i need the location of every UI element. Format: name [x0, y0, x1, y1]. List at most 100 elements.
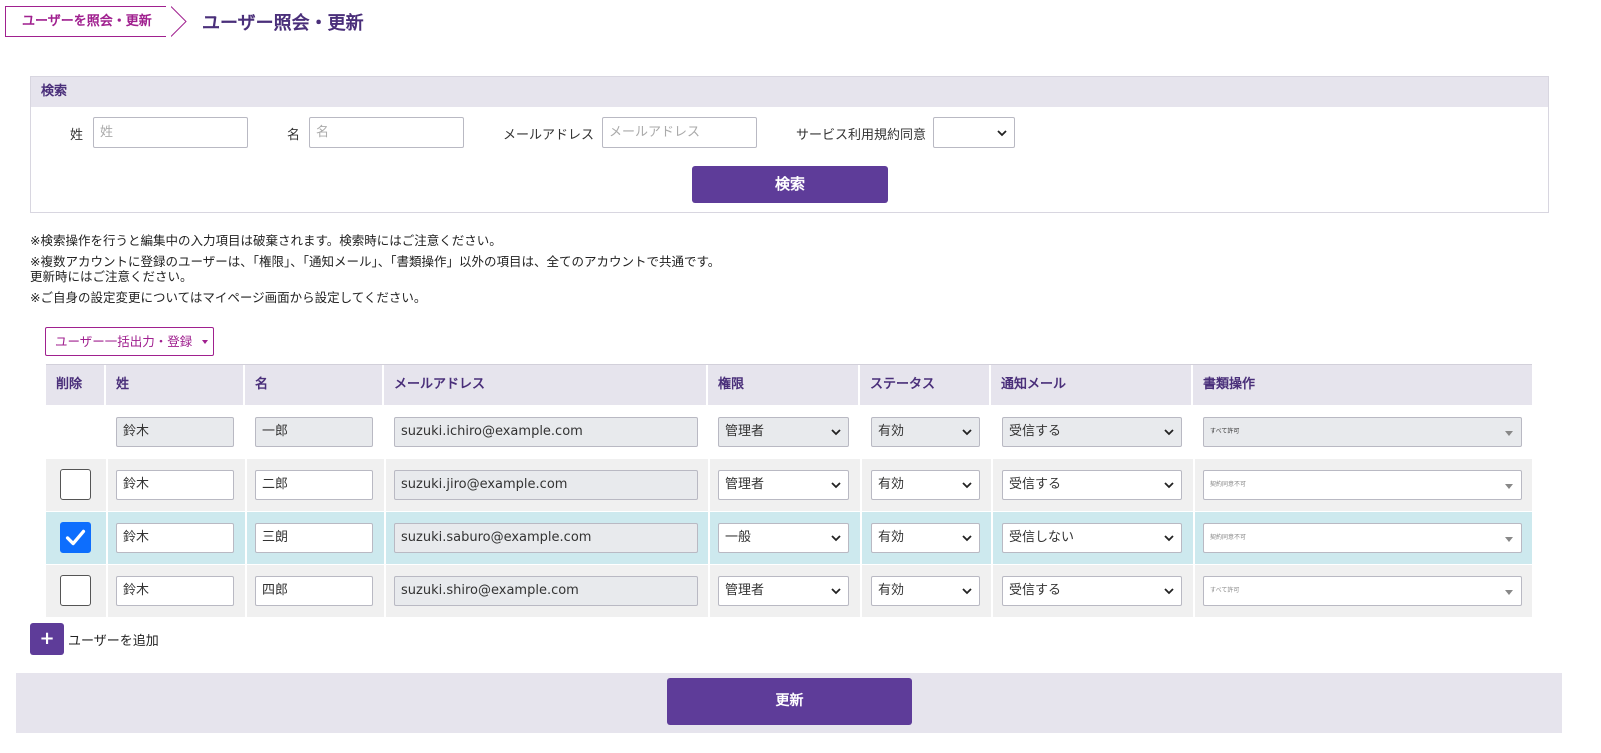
cell-divider	[106, 406, 108, 458]
check-icon	[65, 529, 86, 546]
bulk-export-register-button[interactable]: ユーザー一括出力・登録	[45, 327, 214, 356]
cell-divider	[708, 565, 710, 617]
doc-operation-select-value: 契約同意不可	[1210, 534, 1247, 541]
chevron-down-icon	[962, 482, 972, 489]
notify-mail-select-value: 受信する	[1009, 424, 1062, 439]
cell-divider	[991, 459, 993, 511]
terms-agreement-select[interactable]	[933, 117, 1015, 148]
header-last-name: 姓	[106, 365, 245, 406]
breadcrumb[interactable]: ユーザーを照会・更新	[5, 6, 187, 37]
cell-divider	[1193, 406, 1195, 458]
notify-mail-select-value: 受信する	[1009, 477, 1062, 492]
header-first-name: 名	[245, 365, 384, 406]
header-delete: 削除	[46, 365, 106, 406]
delete-checkbox[interactable]	[60, 575, 91, 606]
add-user-button[interactable]: +	[30, 623, 64, 655]
email-search-input[interactable]: メールアドレス	[602, 117, 757, 148]
doc-operation-select[interactable]: 契約同意不可	[1203, 523, 1522, 553]
cell-divider	[245, 512, 247, 564]
status-select-value: 有効	[878, 583, 905, 598]
first-name-input: 一郎	[255, 417, 373, 447]
chevron-down-icon	[831, 482, 841, 489]
role-select[interactable]: 管理者	[718, 470, 849, 500]
last-name-search-input[interactable]: 姓	[93, 117, 248, 148]
note-line: ※検索操作を行うと編集中の入力項目は破棄されます。検索時にはご注意ください。	[30, 233, 502, 248]
role-select[interactable]: 管理者	[718, 417, 849, 447]
notify-mail-select[interactable]: 受信する	[1002, 576, 1182, 606]
notify-mail-select[interactable]: 受信する	[1002, 470, 1182, 500]
search-header: 検索	[31, 77, 1548, 107]
caret-down-icon	[202, 340, 208, 344]
email-readonly-field: suzuki.ichiro@example.com	[394, 417, 698, 447]
cell-divider	[384, 565, 386, 617]
table-row: 鈴木 一郎 suzuki.ichiro@example.com 管理者 有効 受信する すべ…	[46, 406, 1532, 458]
table-header: 削除 姓 名 メールアドレス 権限 ステータス 通知メール 書類操作	[46, 364, 1532, 406]
header-status: ステータス	[860, 365, 991, 406]
cell-divider	[860, 565, 862, 617]
email-label: メールアドレス	[503, 128, 595, 143]
last-name-input[interactable]: 鈴木	[116, 470, 234, 500]
breadcrumb-arrow-icon	[171, 6, 187, 37]
last-name-input[interactable]: 鈴木	[116, 576, 234, 606]
doc-operation-select[interactable]: 契約同意不可	[1203, 470, 1522, 500]
chevron-down-icon	[1164, 535, 1174, 542]
delete-checkbox[interactable]	[60, 522, 91, 553]
notify-mail-select-value: 受信する	[1009, 583, 1062, 598]
status-select-value: 有効	[878, 424, 905, 439]
update-button[interactable]: 更新	[667, 678, 912, 725]
header-notify-mail: 通知メール	[991, 365, 1193, 406]
doc-operation-select-value: 契約同意不可	[1210, 481, 1247, 488]
status-select[interactable]: 有効	[871, 576, 980, 606]
role-select[interactable]: 一般	[718, 523, 849, 553]
cell-divider	[384, 512, 386, 564]
header-email: メールアドレス	[384, 365, 708, 406]
doc-operation-select[interactable]: すべて許可	[1203, 576, 1522, 606]
caret-down-icon	[1505, 484, 1513, 489]
notify-mail-select[interactable]: 受信する	[1002, 417, 1182, 447]
cell-divider	[245, 406, 247, 458]
caret-down-icon	[1505, 590, 1513, 595]
status-select-value: 有効	[878, 530, 905, 545]
search-button[interactable]: 検索	[692, 166, 888, 203]
chevron-down-icon	[831, 535, 841, 542]
breadcrumb-item[interactable]: ユーザーを照会・更新	[5, 6, 166, 37]
cell-divider	[860, 459, 862, 511]
chevron-down-icon	[831, 588, 841, 595]
cell-divider	[860, 512, 862, 564]
note-line: ※複数アカウントに登録のユーザーは、「権限」、「通知メール」、「書類操作」以外の…	[30, 254, 721, 269]
doc-operation-select-value: すべて許可	[1210, 428, 1240, 435]
cell-divider	[384, 406, 386, 458]
chevron-down-icon	[1164, 588, 1174, 595]
first-name-input[interactable]: 三朗	[255, 523, 373, 553]
table-row: 鈴木 四郎 suzuki.shiro@example.com 管理者 有効 受信する すべて…	[46, 565, 1532, 617]
add-user-label: ユーザーを追加	[68, 634, 159, 649]
email-readonly-field: suzuki.shiro@example.com	[394, 576, 698, 606]
status-select[interactable]: 有効	[871, 417, 980, 447]
notes: ※検索操作を行うと編集中の入力項目は破棄されます。検索時にはご注意ください。 ※…	[30, 233, 720, 305]
note-line: 更新時にはご注意ください。	[30, 269, 193, 284]
cell-divider	[1193, 459, 1195, 511]
doc-operation-select[interactable]: すべて許可	[1203, 417, 1522, 447]
chevron-down-icon	[962, 429, 972, 436]
first-name-search-input[interactable]: 名	[309, 117, 464, 148]
first-name-input[interactable]: 四郎	[255, 576, 373, 606]
chevron-down-icon	[831, 429, 841, 436]
chevron-down-icon	[1164, 482, 1174, 489]
notify-mail-select-value: 受信しない	[1009, 530, 1075, 545]
status-select[interactable]: 有効	[871, 470, 980, 500]
first-name-input[interactable]: 二郎	[255, 470, 373, 500]
role-select-value: 管理者	[725, 424, 765, 439]
cell-divider	[991, 565, 993, 617]
cell-divider	[708, 406, 710, 458]
cell-divider	[708, 459, 710, 511]
status-select[interactable]: 有効	[871, 523, 980, 553]
notify-mail-select[interactable]: 受信しない	[1002, 523, 1182, 553]
role-select[interactable]: 管理者	[718, 576, 849, 606]
caret-down-icon	[1505, 537, 1513, 542]
chevron-down-icon	[997, 130, 1007, 137]
email-readonly-field: suzuki.jiro@example.com	[394, 470, 698, 500]
role-select-value: 管理者	[725, 477, 765, 492]
last-name-input[interactable]: 鈴木	[116, 523, 234, 553]
last-name-label: 姓	[70, 128, 84, 143]
delete-checkbox[interactable]	[60, 469, 91, 500]
